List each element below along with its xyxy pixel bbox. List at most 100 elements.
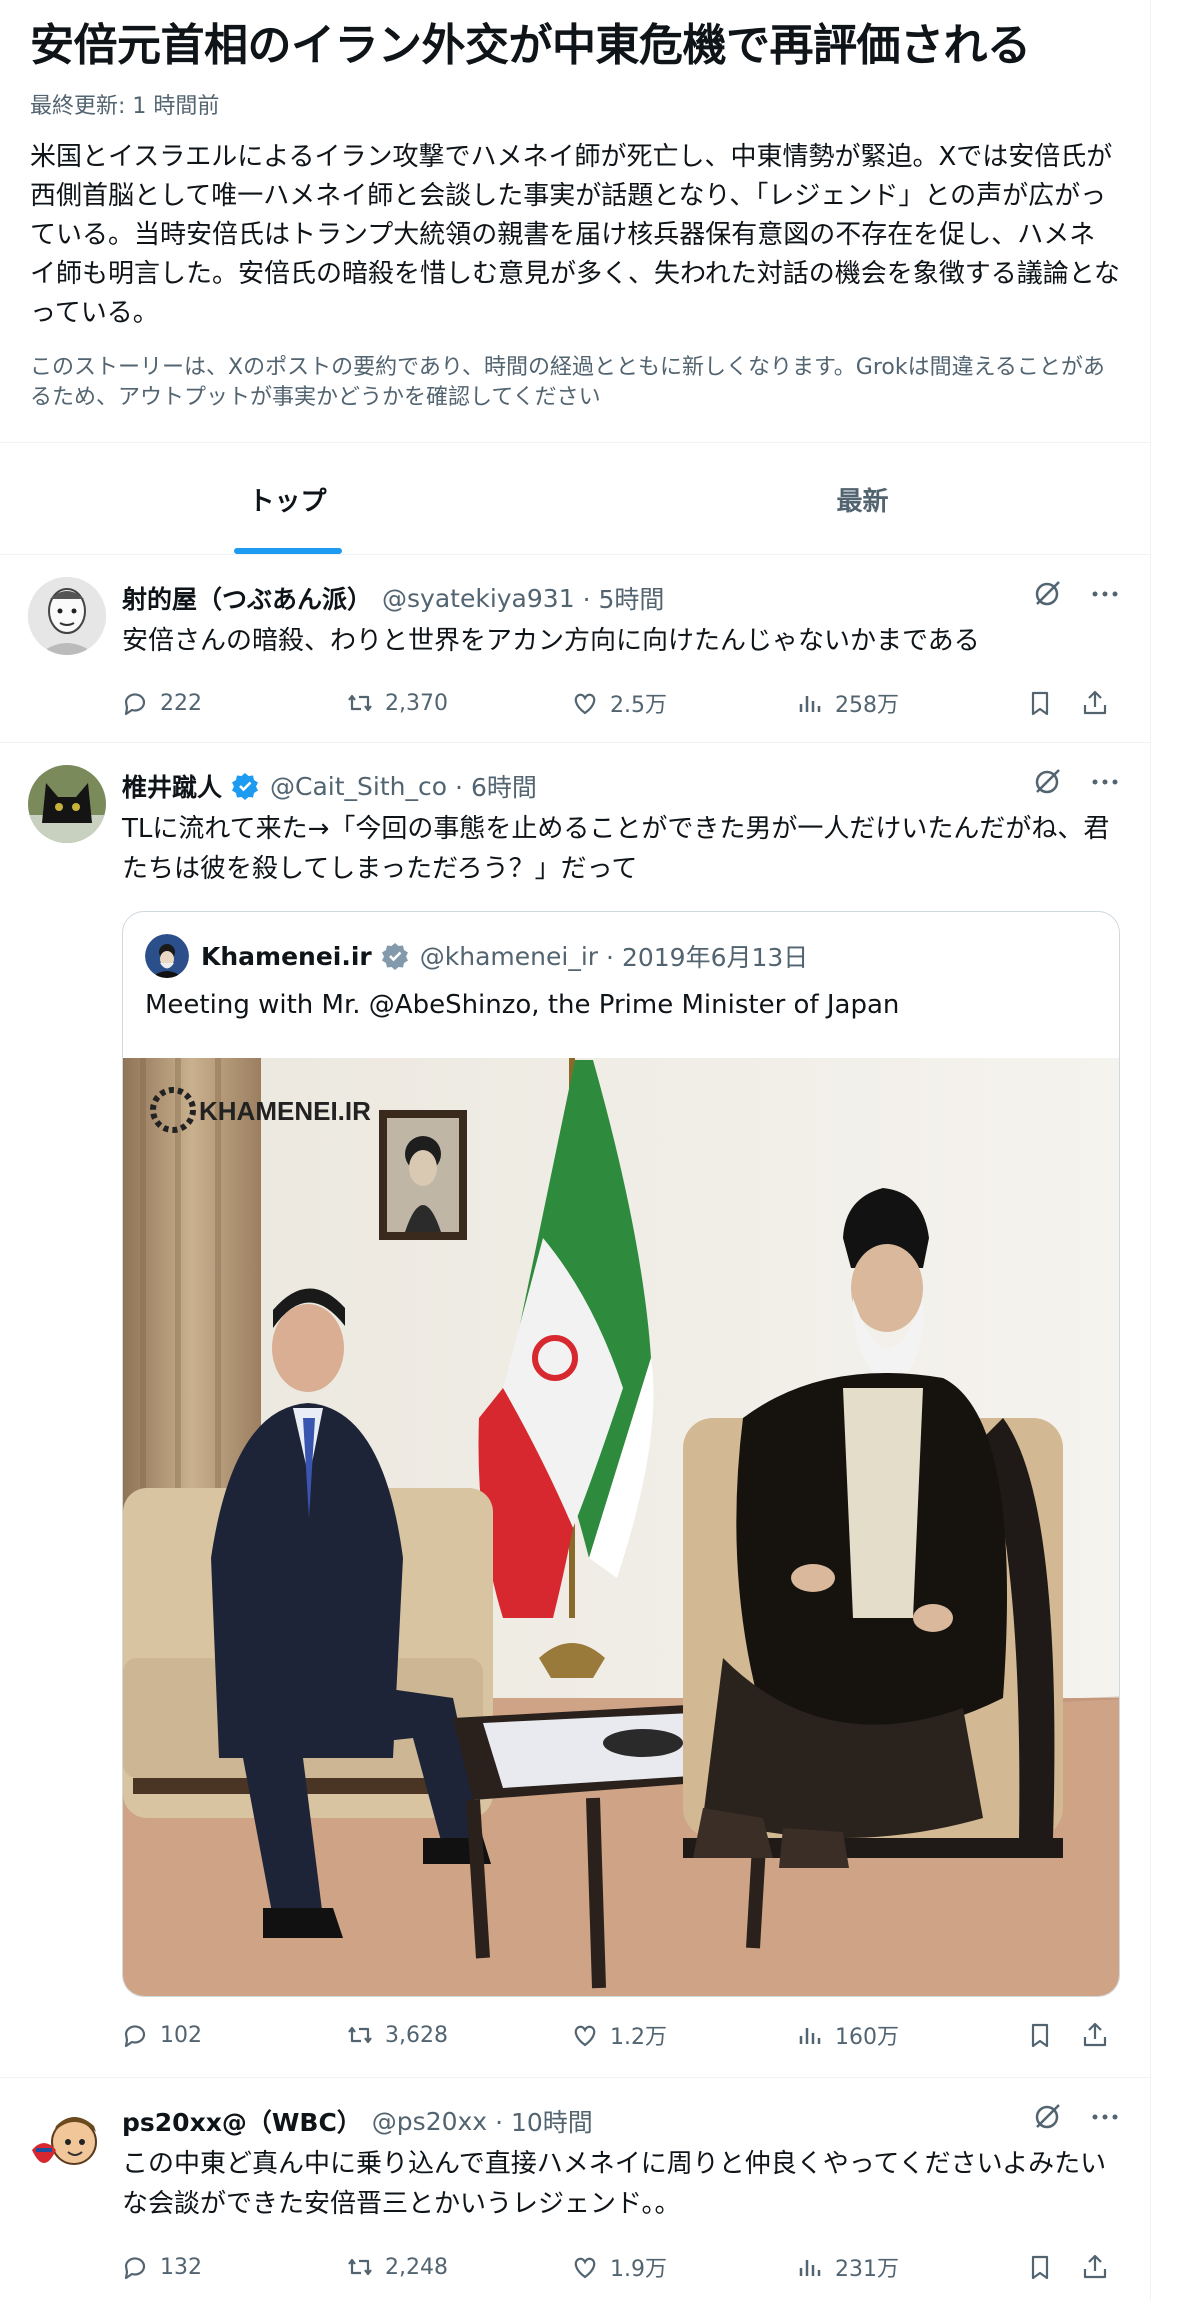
avatar[interactable] (28, 765, 106, 843)
tab-top[interactable]: トップ (0, 444, 575, 554)
bookmark-button[interactable] (1025, 688, 1080, 718)
avatar-manga-image (28, 577, 106, 655)
grok-icon[interactable] (1032, 767, 1062, 797)
like-icon (574, 2257, 596, 2279)
reply-button[interactable]: 132 (120, 2252, 345, 2282)
bookmark-button[interactable] (1025, 2020, 1080, 2050)
tab-latest-label: 最新 (836, 486, 889, 517)
views-button[interactable]: 258万 (795, 687, 1025, 719)
post-top-actions (1032, 767, 1120, 797)
watermark-text: KHAMENEI.IR (199, 1096, 371, 1126)
post-top-actions (1032, 579, 1120, 609)
repost-icon (348, 694, 372, 712)
share-icon (1083, 2254, 1107, 2279)
post-3[interactable]: ps20xx@（WBC） @ps20xx · 10時間 この中東ど真ん中に乗り込… (0, 2078, 1150, 2301)
views-icon (799, 2028, 821, 2044)
repost-button[interactable]: 3,628 (345, 2020, 570, 2050)
like-button[interactable]: 2.5万 (570, 687, 795, 719)
story-header: 安倍元首相のイラン外交が中東危機で再評価される 最終更新: 1 時間前 米国とイ… (0, 0, 1150, 413)
reply-button[interactable]: 102 (120, 2020, 345, 2050)
post-text: TLに流れて来た→「今回の事態を止めることができた男が一人だけいたんだがね、君た… (122, 814, 1110, 884)
repost-button[interactable]: 2,370 (345, 688, 570, 718)
quoted-text: Meeting with Mr. @AbeShinzo, the Prime M… (145, 990, 900, 1020)
share-icon (1083, 690, 1107, 715)
handle[interactable]: @syatekiya931 (382, 584, 575, 613)
like-icon (574, 2025, 596, 2047)
share-button[interactable] (1080, 688, 1110, 718)
like-count: 1.2万 (610, 2025, 667, 2050)
bookmark-button[interactable] (1025, 2252, 1080, 2282)
quoted-avatar[interactable] (145, 934, 189, 978)
action-bar: 132 2,248 1.9万 231万 (120, 2247, 1120, 2287)
bookmark-icon (1031, 2255, 1049, 2280)
like-icon (574, 693, 596, 715)
meeting-photo[interactable]: KHAMENEI.IR (123, 1058, 1119, 1996)
share-icon (1083, 2022, 1107, 2047)
grok-icon[interactable] (1032, 579, 1062, 609)
post-header: ps20xx@（WBC） @ps20xx · 10時間 (122, 2103, 593, 2139)
divider (0, 442, 1150, 443)
share-button[interactable] (1080, 2252, 1110, 2282)
reply-count: 102 (160, 2022, 202, 2048)
reply-icon (124, 2025, 146, 2048)
tab-bar: トップ 最新 (0, 444, 1150, 554)
handle[interactable]: @ps20xx (372, 2107, 487, 2136)
more-icon[interactable] (1090, 2102, 1120, 2132)
repost-button[interactable]: 2,248 (345, 2252, 570, 2282)
more-icon[interactable] (1090, 767, 1120, 797)
main-column: 安倍元首相のイラン外交が中東危機で再評価される 最終更新: 1 時間前 米国とイ… (0, 0, 1151, 2301)
bookmark-icon (1031, 2023, 1049, 2048)
quoted-display-name[interactable]: Khamenei.ir (201, 942, 372, 971)
post-2[interactable]: 椎井蹴人 @Cait_Sith_co · 6時間 TLに流れて来た→「今回の事態… (0, 743, 1150, 2077)
display-name[interactable]: 射的屋（つぶあん派） (122, 580, 372, 616)
story-disclaimer: このストーリーは、Xのポストの要約であり、時間の経過とともに新しくなります。Gr… (30, 355, 1105, 410)
post-header: 射的屋（つぶあん派） @syatekiya931 · 5時間 (122, 580, 664, 616)
like-count: 2.5万 (610, 693, 667, 718)
grok-icon[interactable] (1032, 2102, 1062, 2132)
reply-icon (124, 2257, 146, 2280)
post-header: 椎井蹴人 @Cait_Sith_co · 6時間 (122, 768, 537, 804)
share-button[interactable] (1080, 2020, 1110, 2050)
views-icon (799, 2260, 821, 2276)
avatar-cat-image (28, 765, 106, 843)
reply-icon (124, 693, 146, 716)
like-button[interactable]: 1.9万 (570, 2251, 795, 2283)
tab-top-label: トップ (248, 486, 327, 517)
views-button[interactable]: 231万 (795, 2251, 1025, 2283)
bookmark-icon (1031, 691, 1049, 716)
timestamp[interactable]: · 6時間 (455, 768, 537, 804)
views-count: 258万 (835, 693, 899, 718)
timestamp[interactable]: · 10時間 (495, 2103, 593, 2139)
post-1[interactable]: 射的屋（つぶあん派） @syatekiya931 · 5時間 安倍さんの暗殺、わ… (0, 555, 1150, 742)
quoted-post-header: Khamenei.ir @khamenei_ir · 2019年6月13日 (145, 934, 808, 978)
avatar-cartoon-image (28, 2106, 106, 2184)
views-icon (799, 696, 821, 712)
like-count: 1.9万 (610, 2257, 667, 2282)
avatar[interactable] (28, 2106, 106, 2184)
views-count: 160万 (835, 2025, 899, 2050)
more-icon[interactable] (1090, 579, 1120, 609)
views-count: 231万 (835, 2257, 899, 2282)
timestamp[interactable]: · 5時間 (583, 580, 665, 616)
action-bar: 102 3,628 1.2万 160万 (120, 2015, 1120, 2055)
post-top-actions (1032, 2102, 1120, 2132)
story-summary: 米国とイスラエルによるイラン攻撃でハメネイ師が死亡し、中東情勢が緊迫。Xでは安倍… (30, 142, 1120, 328)
display-name[interactable]: ps20xx@（WBC） (122, 2103, 362, 2139)
post-text: 安倍さんの暗殺、わりと世界をアカン方向に向けたんじゃないかまである (122, 626, 980, 656)
verified-icon (232, 773, 259, 800)
story-title: 安倍元首相のイラン外交が中東危機で再評価される (30, 20, 1031, 71)
views-button[interactable]: 160万 (795, 2019, 1025, 2051)
avatar[interactable] (28, 577, 106, 655)
post-text: この中東ど真ん中に乗り込んで直接ハメネイに周りと仲良くやってくださいよみたいな会… (122, 2149, 1107, 2219)
action-bar: 222 2,370 2.5万 258万 (120, 683, 1120, 723)
tab-latest[interactable]: 最新 (575, 444, 1150, 554)
handle[interactable]: @Cait_Sith_co (270, 772, 447, 801)
repost-icon (348, 2026, 372, 2044)
reply-button[interactable]: 222 (120, 688, 345, 718)
quoted-handle[interactable]: @khamenei_ir (420, 942, 598, 971)
quoted-timestamp[interactable]: · 2019年6月13日 (606, 938, 808, 974)
display-name[interactable]: 椎井蹴人 (122, 768, 222, 804)
quoted-post[interactable]: Khamenei.ir @khamenei_ir · 2019年6月13日 Me… (122, 911, 1120, 1997)
like-button[interactable]: 1.2万 (570, 2019, 795, 2051)
repost-count: 2,248 (385, 2254, 448, 2280)
